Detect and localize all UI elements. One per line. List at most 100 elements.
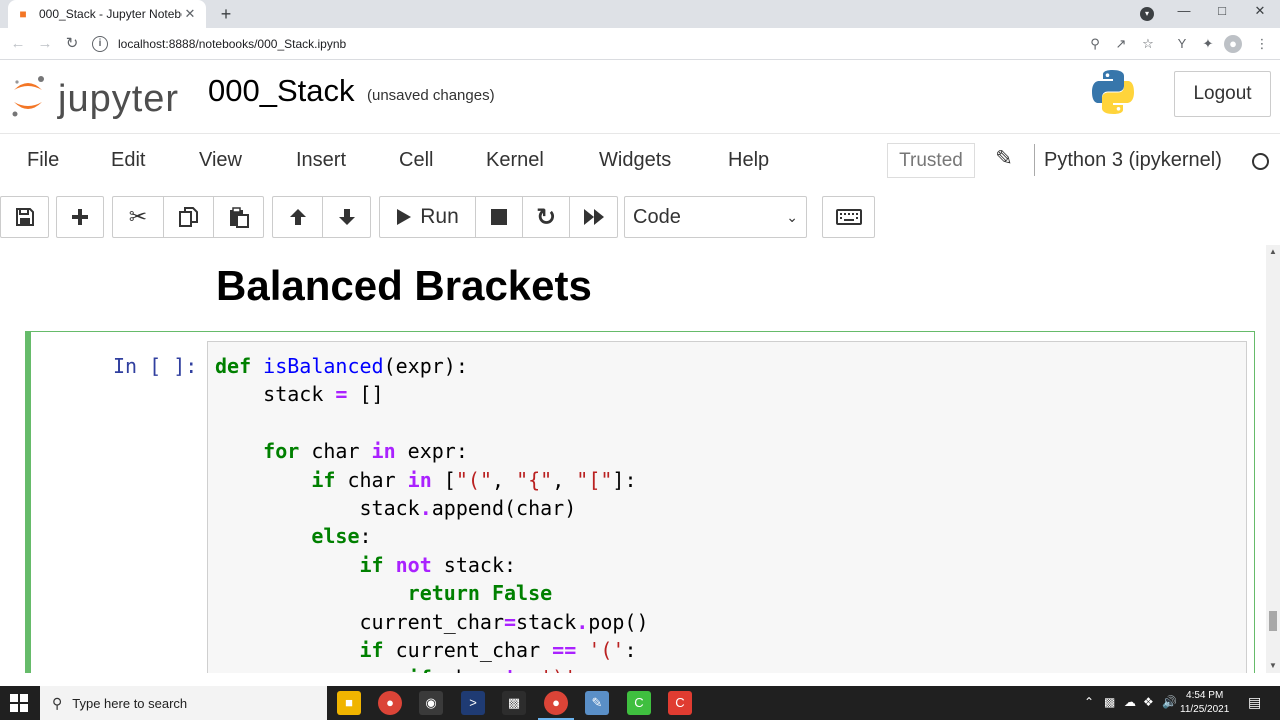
reload-icon[interactable]: ↻ bbox=[62, 34, 82, 54]
paste-icon bbox=[229, 207, 249, 228]
edit-pencil-icon[interactable]: ✎ bbox=[992, 146, 1016, 174]
taskbar-search[interactable]: ⚲ Type here to search bbox=[40, 686, 327, 720]
stop-icon bbox=[491, 209, 507, 225]
paste-button[interactable] bbox=[213, 197, 263, 237]
chevron-down-icon: ⌄ bbox=[786, 209, 798, 225]
plus-icon bbox=[72, 209, 88, 225]
menu-view[interactable]: View bbox=[199, 149, 242, 172]
clock-time: 4:54 PM bbox=[1186, 690, 1224, 701]
kernel-name[interactable]: Python 3 (ipykernel) bbox=[1044, 149, 1222, 172]
menu-help[interactable]: Help bbox=[728, 149, 769, 172]
code-cell-selected[interactable]: In [ ]: def isBalanced(expr): stack = []… bbox=[25, 331, 1255, 673]
menu-divider bbox=[1034, 144, 1035, 176]
chrome-icon[interactable]: ● bbox=[378, 691, 402, 715]
browser-tab[interactable]: ■ 000_Stack - Jupyter Notebook ✕ bbox=[8, 0, 206, 28]
maximize-icon[interactable]: □ bbox=[1212, 3, 1232, 18]
restart-icon: ↻ bbox=[535, 203, 557, 231]
menu-widgets[interactable]: Widgets bbox=[599, 149, 671, 172]
search-icon: ⚲ bbox=[52, 694, 63, 711]
scrollbar-thumb[interactable] bbox=[1269, 611, 1277, 631]
close-window-icon[interactable]: ✕ bbox=[1250, 3, 1270, 19]
logout-button[interactable]: Logout bbox=[1174, 71, 1271, 117]
save-button[interactable] bbox=[1, 197, 48, 237]
zoom-icon[interactable]: ⚲ bbox=[1085, 34, 1105, 54]
bookmark-star-icon[interactable]: ☆ bbox=[1138, 34, 1158, 54]
extensions-puzzle-icon[interactable]: ✦ bbox=[1198, 34, 1218, 54]
profile-avatar-icon[interactable]: ● bbox=[1224, 35, 1242, 53]
scroll-up-icon[interactable]: ▲ bbox=[1268, 247, 1278, 256]
share-icon[interactable]: ↗ bbox=[1111, 34, 1131, 54]
terminal-app-icon[interactable]: ▩ bbox=[502, 691, 526, 715]
powershell-icon[interactable]: > bbox=[461, 691, 485, 715]
insert-group bbox=[56, 196, 104, 238]
jupyter-logo[interactable]: jupyter bbox=[8, 70, 188, 120]
chrome-active-icon[interactable]: ● bbox=[538, 691, 574, 720]
restart-run-all-button[interactable] bbox=[569, 197, 617, 237]
system-clock[interactable]: 4:54 PM 11/25/2021 bbox=[1180, 689, 1229, 717]
back-icon[interactable]: ← bbox=[8, 34, 28, 54]
save-group bbox=[0, 196, 49, 238]
scroll-down-icon[interactable]: ▼ bbox=[1268, 661, 1278, 670]
keyboard-group bbox=[822, 196, 875, 238]
new-tab-button[interactable]: + bbox=[216, 4, 236, 24]
menu-bar: File Edit View Insert Cell Kernel Widget… bbox=[0, 133, 1280, 187]
file-explorer-icon[interactable]: ■ bbox=[337, 691, 361, 715]
keyboard-icon bbox=[835, 209, 862, 225]
camtasia-red-icon[interactable]: C bbox=[668, 691, 692, 715]
run-label: Run bbox=[420, 205, 459, 228]
notepad-icon[interactable]: ✎ bbox=[585, 691, 609, 715]
windows-start-icon[interactable] bbox=[10, 694, 28, 712]
menu-kernel[interactable]: Kernel bbox=[486, 149, 544, 172]
camtasia-green-icon[interactable]: C bbox=[627, 691, 651, 715]
minimize-icon[interactable]: — bbox=[1174, 3, 1194, 18]
code-editor[interactable]: def isBalanced(expr): stack = [] for cha… bbox=[207, 341, 1247, 673]
cut-button[interactable]: ✂ bbox=[113, 197, 163, 237]
command-palette-button[interactable] bbox=[823, 197, 874, 237]
tray-overflow-icon[interactable]: ⌃ bbox=[1084, 695, 1094, 709]
browser-address-bar: ← → ↻ i localhost:8888/notebooks/000_Sta… bbox=[0, 28, 1280, 60]
tab-title: 000_Stack - Jupyter Notebook bbox=[39, 7, 182, 21]
copy-icon bbox=[178, 207, 198, 227]
notification-icon[interactable]: ▤ bbox=[1248, 694, 1261, 711]
jupyter-favicon-icon: ■ bbox=[19, 7, 27, 21]
insert-cell-button[interactable] bbox=[57, 197, 103, 237]
close-tab-icon[interactable]: ✕ bbox=[182, 6, 198, 22]
notebook-container[interactable]: Balanced Brackets In [ ]: def isBalanced… bbox=[0, 245, 1266, 673]
site-info-icon[interactable]: i bbox=[92, 36, 108, 52]
url-field[interactable]: i localhost:8888/notebooks/000_Stack.ipy… bbox=[92, 32, 1162, 56]
jupyter-header: jupyter 000_Stack (unsaved changes) Logo… bbox=[0, 60, 1280, 132]
menu-insert[interactable]: Insert bbox=[296, 149, 346, 172]
menu-cell[interactable]: Cell bbox=[399, 149, 433, 172]
volume-icon[interactable]: 🔊 bbox=[1162, 695, 1177, 709]
notebook-name[interactable]: 000_Stack bbox=[208, 73, 355, 109]
menu-file[interactable]: File bbox=[27, 149, 59, 172]
url-text: localhost:8888/notebooks/000_Stack.ipynb bbox=[118, 37, 347, 51]
copy-button[interactable] bbox=[163, 197, 213, 237]
arrow-down-icon bbox=[338, 209, 355, 225]
menu-edit[interactable]: Edit bbox=[111, 149, 145, 172]
kernel-idle-icon bbox=[1252, 153, 1269, 170]
markdown-heading[interactable]: Balanced Brackets bbox=[216, 262, 592, 310]
jupyter-wordmark: jupyter bbox=[58, 78, 180, 120]
fast-forward-icon bbox=[583, 209, 604, 225]
input-prompt: In [ ]: bbox=[113, 354, 198, 378]
tab-search-icon[interactable]: ▾ bbox=[1140, 7, 1154, 21]
dropbox-icon[interactable]: ❖ bbox=[1143, 695, 1154, 709]
page-scrollbar[interactable]: ▲ ▼ bbox=[1266, 245, 1280, 673]
move-up-button[interactable] bbox=[273, 197, 322, 237]
move-down-button[interactable] bbox=[322, 197, 370, 237]
extension-y-icon[interactable]: Y bbox=[1172, 34, 1192, 54]
browser-tab-bar: ■ 000_Stack - Jupyter Notebook ✕ + ▾ — □… bbox=[0, 0, 1280, 28]
cell-type-select[interactable]: Code ⌄ bbox=[624, 196, 807, 238]
browser-menu-icon[interactable]: ⋮ bbox=[1252, 34, 1272, 54]
interrupt-button[interactable] bbox=[475, 197, 522, 237]
restart-button[interactable]: ↻ bbox=[522, 197, 569, 237]
arrow-up-icon bbox=[289, 209, 306, 225]
tray-device-icon[interactable]: ▩ bbox=[1104, 695, 1115, 709]
forward-icon[interactable]: → bbox=[35, 34, 55, 54]
onedrive-icon[interactable]: ☁ bbox=[1124, 695, 1136, 709]
camera-app-icon[interactable]: ◉ bbox=[419, 691, 443, 715]
jupyter-logo-icon bbox=[12, 76, 44, 117]
run-button[interactable]: Run bbox=[380, 197, 475, 237]
trusted-indicator[interactable]: Trusted bbox=[887, 143, 975, 178]
